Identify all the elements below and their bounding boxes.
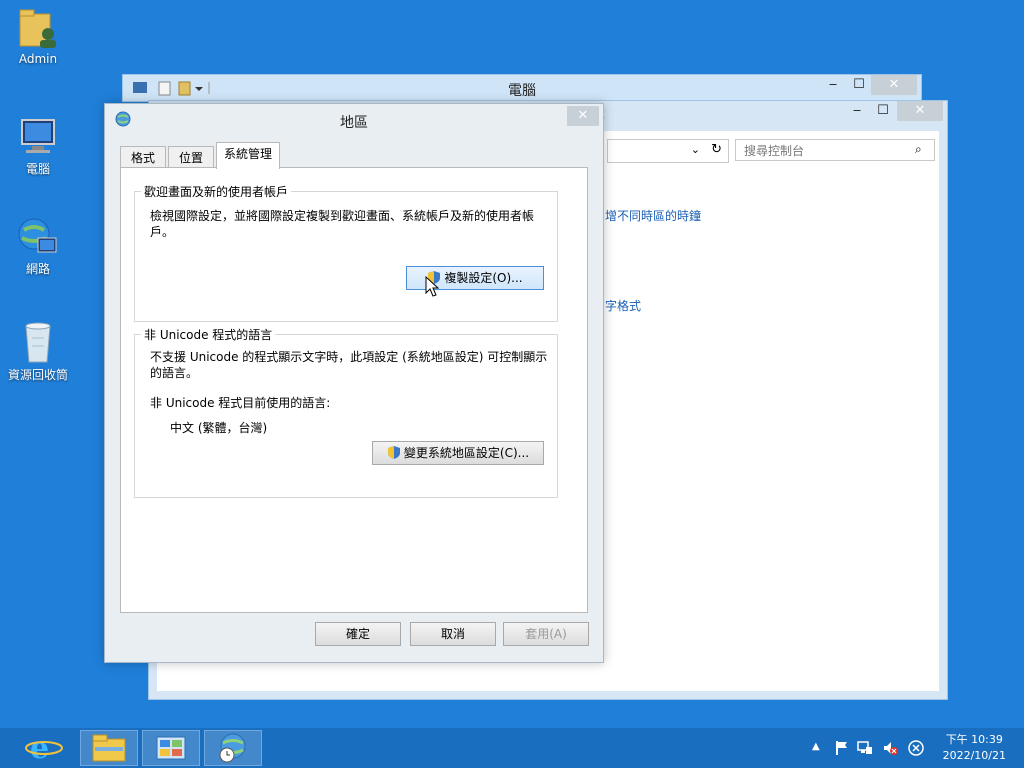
region-dialog[interactable]: 地區 ✕ 格式 位置 系統管理 歡迎畫面及新的使用者帳戶 檢視國際設定，並將國際… <box>104 103 604 663</box>
search-icon[interactable]: ⌕ <box>915 142 922 157</box>
address-bar[interactable]: ⌄ ↻ <box>607 139 729 163</box>
chevron-down-icon[interactable]: ⌄ <box>691 143 700 156</box>
taskbar-clock[interactable]: 下午 10:39 2022/10/21 <box>943 732 1006 764</box>
mouse-cursor-icon <box>425 276 439 297</box>
network-status-icon[interactable] <box>857 740 873 756</box>
clock-date: 2022/10/21 <box>942 749 1006 762</box>
refresh-icon[interactable]: ↻ <box>711 142 722 157</box>
maximize-button[interactable]: ☐ <box>845 75 873 95</box>
apply-button[interactable]: 套用(A) <box>503 622 589 646</box>
link-formats[interactable]: 字格式 <box>605 297 641 314</box>
minimize-button[interactable]: ‒ <box>819 75 847 95</box>
cancel-button[interactable]: 取消 <box>410 622 496 646</box>
group-title: 歡迎畫面及新的使用者帳戶 <box>141 183 292 200</box>
minimize-button[interactable]: ‒ <box>843 101 871 121</box>
svg-text:e: e <box>30 731 49 764</box>
taskbar: e ▲ 下午 10:39 2022/10/21 <box>0 728 1024 768</box>
window-title: 電腦 <box>508 83 536 99</box>
tab-panel-administrative: 歡迎畫面及新的使用者帳戶 檢視國際設定，並將國際設定複製到歡迎畫面、系統帳戶及新… <box>120 167 588 613</box>
tab-administrative[interactable]: 系統管理 <box>216 142 280 169</box>
group-title: 非 Unicode 程式的語言 <box>141 326 276 343</box>
computer-window[interactable]: 電腦 ‒ ☐ ✕ <box>122 74 922 102</box>
recycle-bin-icon <box>16 320 60 364</box>
change-system-locale-button[interactable]: 變更系統地區設定(C)... <box>372 441 544 465</box>
region-clock-icon <box>219 733 246 763</box>
uac-shield-icon <box>387 446 400 459</box>
desktop-icon-label: 電腦 <box>25 162 50 176</box>
computer-icon <box>16 114 60 158</box>
dialog-title: 地區 <box>340 115 368 131</box>
action-center-flag-icon[interactable] <box>834 740 850 756</box>
tab-formats[interactable]: 格式 <box>120 146 166 168</box>
desktop-icon-label: 網路 <box>25 262 50 276</box>
desktop-icon-label: 資源回收筒 <box>7 368 68 382</box>
desktop-icon-computer[interactable]: 電腦 <box>0 114 76 177</box>
taskbar-control-panel[interactable] <box>142 730 200 766</box>
disconnect-icon[interactable] <box>908 740 924 756</box>
desktop-icon-network[interactable]: 網路 <box>0 214 76 277</box>
non-unicode-group: 非 Unicode 程式的語言 不支援 Unicode 的程式顯示文字時，此項設… <box>134 326 558 498</box>
taskbar-region[interactable] <box>204 730 262 766</box>
show-hidden-icon[interactable]: ▲ <box>812 741 828 757</box>
welcome-screen-group: 歡迎畫面及新的使用者帳戶 檢視國際設定，並將國際設定複製到歡迎畫面、系統帳戶及新… <box>134 183 558 322</box>
desktop-icon-recycle-bin[interactable]: 資源回收筒 <box>0 320 76 383</box>
file-explorer-icon <box>92 734 126 762</box>
search-input[interactable]: 搜尋控制台 <box>735 139 935 161</box>
link-add-clocks[interactable]: 增不同時區的時鐘 <box>605 207 701 224</box>
taskbar-ie[interactable]: e <box>16 730 74 766</box>
taskbar-file-explorer[interactable] <box>80 730 138 766</box>
current-language-label: 非 Unicode 程式目前使用的語言: <box>150 396 331 410</box>
control-panel-icon <box>156 736 186 760</box>
current-language-value: 中文 (繁體，台灣) <box>170 421 268 435</box>
tab-location[interactable]: 位置 <box>168 146 214 168</box>
close-button[interactable]: ✕ <box>897 101 943 121</box>
change-locale-label: 變更系統地區設定(C)... <box>403 446 530 460</box>
welcome-description: 檢視國際設定，並將國際設定複製到歡迎畫面、系統帳戶及新的使用者帳戶。 <box>150 209 535 239</box>
network-icon <box>16 214 60 258</box>
close-button[interactable]: ✕ <box>871 75 917 95</box>
volume-muted-icon[interactable] <box>882 740 898 756</box>
desktop-icon-label: Admin <box>18 52 58 66</box>
user-folder-icon <box>16 6 60 50</box>
ok-button[interactable]: 確定 <box>315 622 401 646</box>
internet-explorer-icon: e <box>25 731 63 766</box>
copy-settings-label: 複製設定(O)... <box>444 271 523 285</box>
unicode-description: 不支援 Unicode 的程式顯示文字時，此項設定 (系統地區設定) 可控制顯示… <box>150 350 548 380</box>
clock-time: 下午 10:39 <box>945 733 1003 746</box>
desktop-icon-admin[interactable]: Admin <box>0 6 76 66</box>
maximize-button[interactable]: ☐ <box>869 101 897 121</box>
close-button[interactable]: ✕ <box>567 106 599 126</box>
